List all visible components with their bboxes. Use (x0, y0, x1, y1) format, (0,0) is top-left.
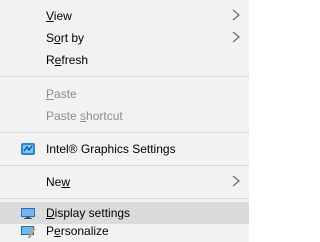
menu-item-sort-by-label: Sort by (46, 31, 85, 45)
menu-item-paste[interactable]: Paste (0, 83, 249, 105)
menu-item-view-label: View (46, 9, 72, 23)
menu-item-view[interactable]: View (0, 5, 249, 27)
menu-separator (0, 165, 249, 166)
menu-separator (0, 76, 249, 77)
menu-item-intel-graphics-settings-label: Intel® Graphics Settings (46, 142, 176, 156)
intel-graphics-icon (21, 143, 35, 155)
menu-item-new[interactable]: New (0, 171, 249, 193)
menu-item-display-settings-label: Display settings (46, 206, 131, 220)
menu-item-personalize[interactable]: Personalize (0, 220, 249, 242)
chevron-right-icon (232, 9, 240, 21)
menu-item-paste-label: Paste (46, 87, 77, 101)
menu-item-refresh[interactable]: Refresh (0, 49, 249, 71)
menu-item-new-label: New (46, 175, 71, 189)
chevron-right-icon (232, 31, 240, 43)
menu-item-sort-by[interactable]: Sort by (0, 27, 249, 49)
menu-item-refresh-label: Refresh (46, 53, 89, 67)
desktop-context-menu: View Sort by Refresh Paste Paste shortcu… (0, 0, 249, 242)
menu-separator (0, 198, 249, 199)
menu-item-paste-shortcut-label: Paste shortcut (46, 109, 123, 123)
menu-item-personalize-label: Personalize (46, 224, 109, 238)
personalize-icon (21, 226, 36, 238)
display-icon (21, 208, 35, 219)
menu-item-paste-shortcut[interactable]: Paste shortcut (0, 105, 249, 127)
menu-item-intel-graphics-settings[interactable]: Intel® Graphics Settings (0, 138, 249, 160)
chevron-right-icon (232, 175, 240, 187)
menu-separator (0, 132, 249, 133)
